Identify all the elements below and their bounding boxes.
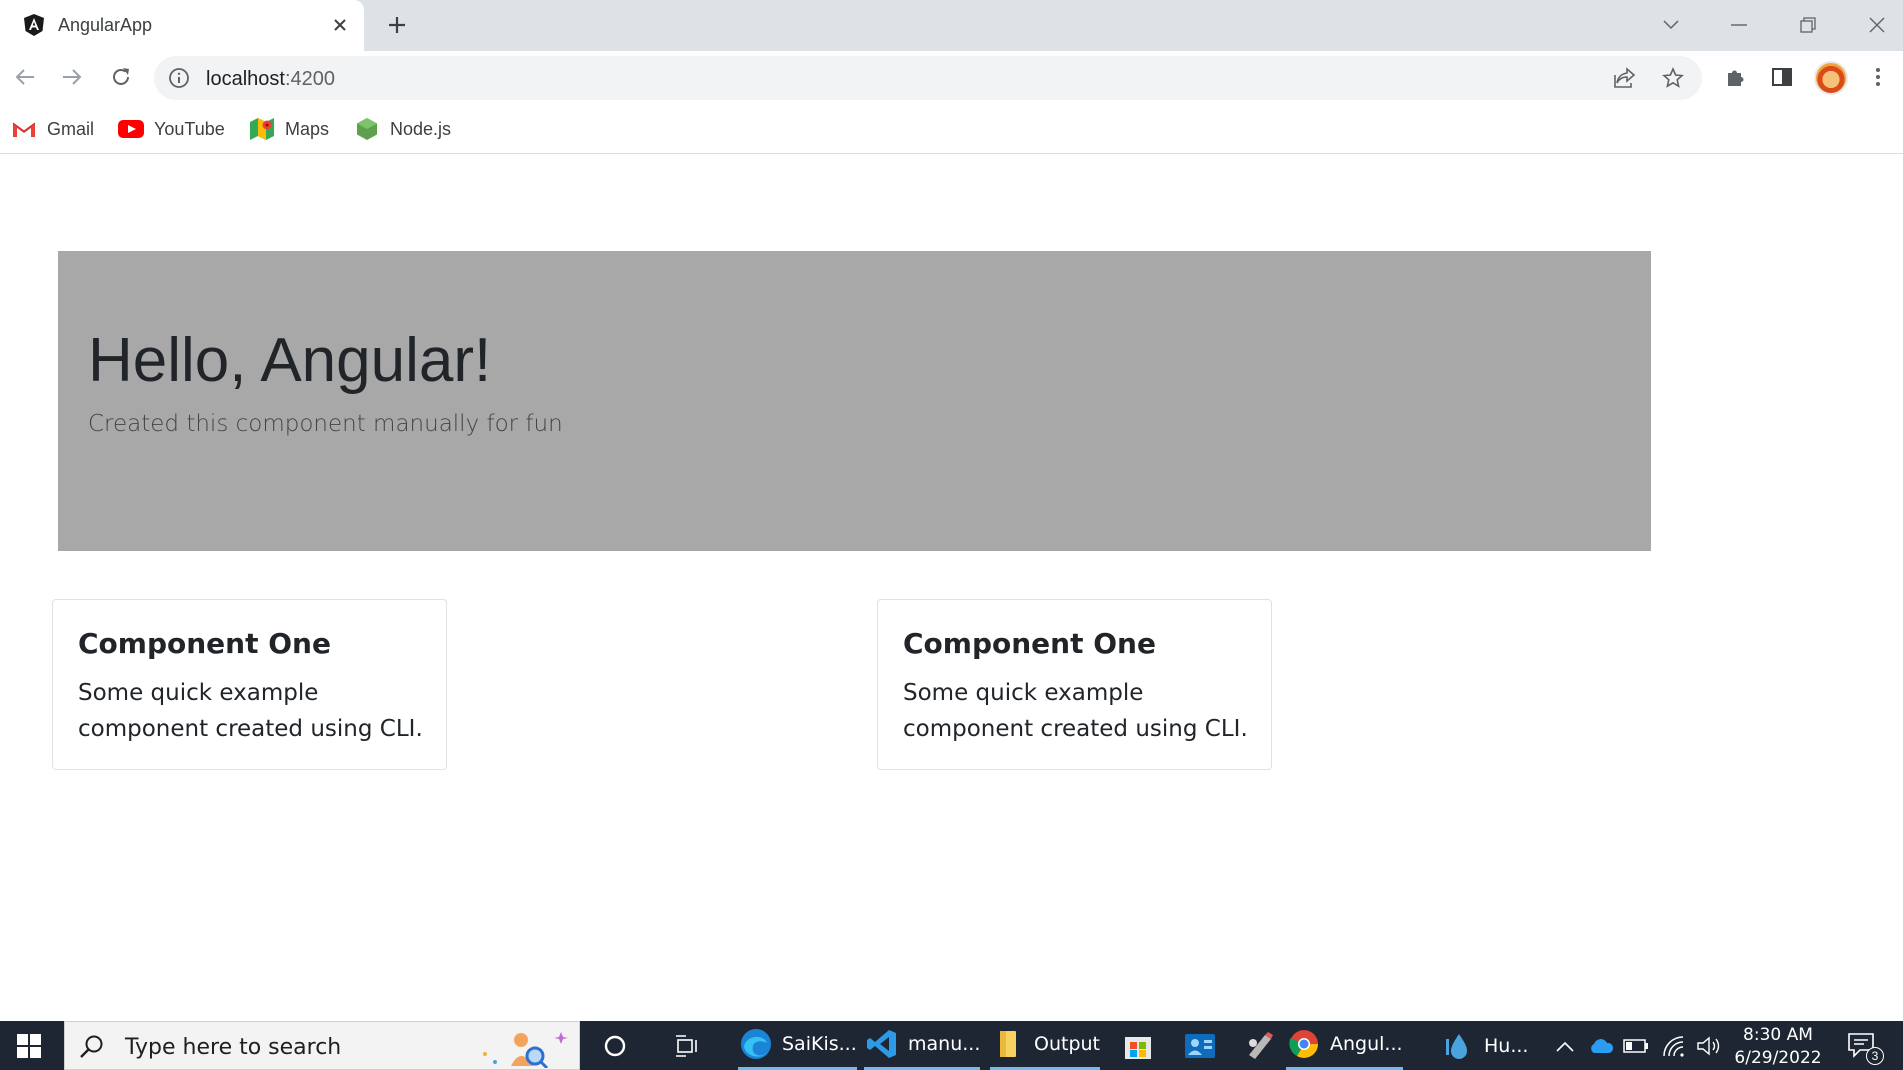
tab-angularapp[interactable]: AngularApp [0,0,364,51]
wifi-icon[interactable] [1662,1033,1688,1059]
onedrive-icon[interactable] [1588,1033,1614,1059]
url-text: localhost:4200 [206,68,335,91]
url-port: :4200 [284,68,335,90]
taskbar-weather[interactable]: Hu... [1440,1021,1528,1070]
store-icon [1120,1028,1156,1064]
maps-icon [249,118,275,140]
component-card: Component One Some quick example compone… [52,599,447,770]
bookmark-label: Gmail [47,118,95,139]
page-viewport: Hello, Angular! Created this component m… [0,155,1903,1021]
taskbar-app-label: SaiKis... [782,1033,857,1055]
taskbar-app-chrome[interactable]: Angul... [1286,1021,1403,1070]
angular-icon [22,13,46,37]
minimize-icon[interactable] [1724,10,1754,40]
taskbar-app-label: manu... [908,1033,981,1055]
restore-icon[interactable] [1793,10,1823,40]
site-info-icon[interactable] [168,67,190,89]
menu-kebab-icon[interactable] [1864,63,1892,91]
browser-toolbar: localhost:4200 [0,51,1903,104]
bookmark-nodejs[interactable]: Node.js [354,116,451,142]
clock-date: 6/29/2022 [1734,1048,1822,1068]
clock-time: 8:30 AM [1743,1025,1813,1045]
extensions-icon[interactable] [1721,63,1749,91]
jumbotron-lead: Created this component manually for fun [88,411,563,437]
search-icon [79,1034,105,1060]
jumbotron-title: Hello, Angular! [88,326,492,395]
task-view-icon[interactable] [674,1033,700,1059]
volume-icon[interactable] [1696,1033,1722,1059]
notification-center-icon[interactable]: 3 [1846,1031,1884,1065]
side-panel-icon[interactable] [1768,63,1796,91]
reload-icon[interactable] [107,63,135,91]
battery-icon[interactable] [1623,1033,1649,1059]
close-window-icon[interactable] [1862,10,1892,40]
card-text: Some quick example component created usi… [903,680,1248,742]
back-icon[interactable] [11,63,39,91]
close-tab-icon[interactable] [328,13,352,37]
jumbotron: Hello, Angular! Created this component m… [58,251,1651,551]
bookmark-gmail[interactable]: Gmail [11,116,94,142]
folder-icon [990,1026,1026,1062]
taskbar-app-paint[interactable] [1242,1021,1286,1070]
people-icon [1182,1028,1218,1064]
card-title: Component One [903,627,1156,660]
bookmark-label: YouTube [154,118,225,139]
bookmark-label: Maps [285,118,330,139]
windows-taskbar: Type here to search SaiKis... manu... Ou… [0,1021,1903,1070]
bookmark-maps[interactable]: Maps [249,116,329,142]
component-card: Component One Some quick example compone… [877,599,1272,770]
drop-icon [1440,1028,1476,1064]
gmail-icon [11,118,37,140]
search-highlight-art-icon [475,1026,575,1070]
profile-avatar[interactable] [1814,61,1848,95]
search-placeholder: Type here to search [125,1035,342,1060]
taskbar-search-box[interactable]: Type here to search [64,1021,580,1070]
url-host: localhost [206,68,285,90]
show-hidden-icons-chevron-icon[interactable] [1552,1033,1578,1059]
share-icon[interactable] [1612,65,1638,91]
chrome-icon [1286,1026,1322,1062]
taskbar-app-label: Angul... [1330,1033,1403,1055]
taskbar-app-explorer[interactable]: Output [990,1021,1100,1070]
bookmark-label: Node.js [390,118,452,139]
card-text: Some quick example component created usi… [78,680,423,742]
address-bar[interactable]: localhost:4200 [154,56,1702,100]
card-title: Component One [78,627,331,660]
edge-icon [738,1026,774,1062]
taskbar-app-edge[interactable]: SaiKis... [738,1021,857,1070]
cortana-icon[interactable] [602,1033,628,1059]
taskbar-app-label: Hu... [1484,1034,1529,1057]
bookmark-youtube[interactable]: YouTube [118,116,225,142]
tab-strip: AngularApp [0,0,1903,51]
nodejs-icon [354,118,380,140]
taskbar-app-label: Output [1034,1033,1100,1055]
taskbar-app-people[interactable] [1182,1021,1226,1070]
taskbar-clock[interactable]: 8:30 AM 6/29/2022 [1726,1024,1830,1070]
taskbar-app-store[interactable] [1120,1021,1164,1070]
bookmarks-bar: Gmail YouTube Maps Node.js [0,104,1903,154]
tab-title: AngularApp [58,15,153,35]
vscode-icon [864,1026,900,1062]
notification-count-badge: 3 [1866,1047,1884,1065]
bookmark-star-icon[interactable] [1660,65,1686,91]
youtube-icon [118,118,144,140]
taskbar-app-vscode[interactable]: manu... [864,1021,981,1070]
paint-icon [1242,1028,1278,1064]
tab-search-chevron-icon[interactable] [1656,10,1686,40]
forward-icon[interactable] [58,63,86,91]
windows-start-icon[interactable] [0,1021,58,1070]
new-tab-icon[interactable] [384,12,410,38]
